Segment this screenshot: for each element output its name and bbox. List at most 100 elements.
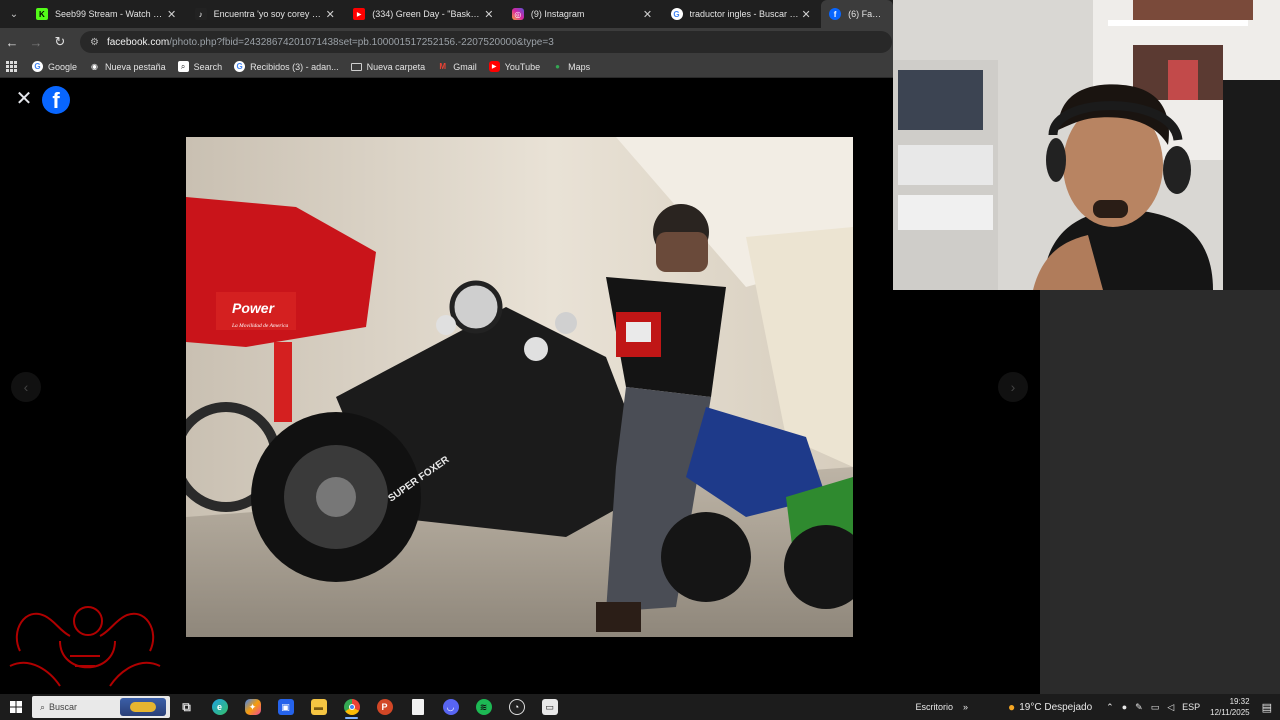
system-tray: Escritorio » ● 19°C Despejado ⌃ ● ✎ ▭ ◁ … <box>915 694 1280 720</box>
tab-title: traductor ingles - Buscar con G <box>689 9 800 19</box>
stream-background-panel <box>1040 290 1280 694</box>
url-host: facebook.com <box>106 36 170 48</box>
search-highlight-icon <box>120 698 166 716</box>
tiktok-icon: ♪ <box>194 8 207 20</box>
edge-icon[interactable]: e <box>203 694 236 720</box>
google-icon: G <box>670 8 683 20</box>
stream-muscle-logo <box>0 596 170 696</box>
previous-photo-button[interactable]: ‹ <box>11 372 41 402</box>
tab-google-search[interactable]: G traductor ingles - Buscar con G ✕ <box>663 0 822 28</box>
bookmark-youtube[interactable]: ▶ YouTube <box>488 61 541 72</box>
bookmark-nueva-pestana[interactable]: ◉ Nueva pestaña <box>89 61 166 72</box>
store-icon[interactable]: ▣ <box>269 694 302 720</box>
tab-youtube[interactable]: ▶ (334) Green Day - "Basket Case ✕ <box>345 0 504 28</box>
taskbar-search-box[interactable]: ⌕ Buscar <box>32 696 170 718</box>
tab-title: Encuentra 'yo soy corey taylor' <box>213 9 324 19</box>
search-icon: ⌕ <box>177 61 189 72</box>
bookmark-nueva-carpeta[interactable]: Nueva carpeta <box>350 61 426 72</box>
back-arrow-icon[interactable]: ← <box>0 28 24 56</box>
spotify-icon[interactable]: ≋ <box>467 694 500 720</box>
bookmark-google[interactable]: G Google <box>32 61 77 72</box>
obs-icon[interactable]: ◔ <box>500 694 533 720</box>
bookmark-recibidos[interactable]: G Recibidos (3) - adan... <box>234 61 339 72</box>
search-icon: ⌕ <box>40 701 46 712</box>
tab-search-chevron-icon[interactable]: ⌄ <box>0 0 28 28</box>
browser-toolbar: ← → ↻ ⚙ facebook.com/photo.php?fbid=2432… <box>0 28 893 56</box>
language-indicator[interactable]: ESP <box>1182 702 1200 712</box>
gmail-icon: M <box>439 62 447 71</box>
instagram-icon: ◎ <box>511 8 524 20</box>
bookmark-label: Gmail <box>453 61 477 72</box>
apps-grid-icon[interactable] <box>6 60 18 73</box>
chrome-icon: ◉ <box>91 62 99 71</box>
weather-icon[interactable]: ● <box>1008 700 1015 714</box>
close-tab-icon[interactable]: ✕ <box>641 8 655 21</box>
windows-taskbar: ⌕ Buscar ⧉ e ✦ ▣ ▬ P ◡ ≋ ◔ ▭ Escritorio … <box>0 694 1280 720</box>
clock-time: 19:32 <box>1229 697 1250 706</box>
pen-icon[interactable]: ✎ <box>1135 702 1143 713</box>
close-tab-icon[interactable]: ✕ <box>799 8 813 21</box>
bookmark-gmail[interactable]: M Gmail <box>437 61 477 72</box>
bookmark-label: Nueva carpeta <box>366 61 426 72</box>
volume-icon[interactable]: ◁ <box>1167 702 1174 713</box>
powerpoint-icon[interactable]: P <box>368 694 401 720</box>
screen: ⌄ K Seeb99 Stream - Watch Live on ✕ ♪ En… <box>0 0 1280 720</box>
chevron-up-icon[interactable]: ⌃ <box>1106 702 1114 713</box>
youtube-icon: ▶ <box>353 8 366 20</box>
google-icon: G <box>234 61 246 72</box>
clock[interactable]: 19:32 12/11/2025 <box>1210 696 1249 718</box>
facebook-photo: Power La Movilidad de America SUPER FOXE… <box>186 137 853 637</box>
reload-icon[interactable]: ↻ <box>48 28 72 56</box>
facebook-logo-icon[interactable]: f <box>42 86 70 114</box>
close-tab-icon[interactable]: ✕ <box>323 8 337 21</box>
forward-arrow-icon[interactable]: → <box>24 28 48 56</box>
bookmark-label: Maps <box>568 61 591 72</box>
chrome-icon[interactable] <box>335 694 368 720</box>
notifications-icon[interactable]: ▤ <box>1262 701 1272 714</box>
bookmark-label: YouTube <box>504 61 541 72</box>
next-photo-button[interactable]: › <box>998 372 1028 402</box>
bookmark-maps[interactable]: ● Maps <box>552 61 590 72</box>
tab-title: Seeb99 Stream - Watch Live on <box>54 9 165 19</box>
bookmark-label: Nueva pestaña <box>105 61 166 72</box>
maps-pin-icon: ● <box>555 62 561 71</box>
network-icon[interactable]: ▭ <box>1151 702 1160 713</box>
photo-brand-text: Power <box>232 300 276 316</box>
search-placeholder: Buscar <box>49 702 78 712</box>
kick-icon: K <box>35 8 48 20</box>
streamer-webcam-image <box>893 0 1280 290</box>
discord-icon[interactable]: ◡ <box>434 694 467 720</box>
tab-title: (6) Facebook <box>848 9 885 19</box>
document-icon[interactable] <box>401 694 434 720</box>
bookmarks-bar: G Google ◉ Nueva pestaña ⌕ Search G Recibido… <box>0 56 893 78</box>
close-icon[interactable]: ✕ <box>14 89 34 109</box>
app-window-icon[interactable]: ▭ <box>533 694 566 720</box>
tab-facebook[interactable]: f (6) Facebook <box>821 0 893 28</box>
google-icon: G <box>32 61 43 72</box>
tab-kick[interactable]: K Seeb99 Stream - Watch Live on ✕ <box>28 0 187 28</box>
photo-tagline-text: La Movilidad de America <box>231 323 289 329</box>
windows-start-icon[interactable] <box>0 694 32 720</box>
file-explorer-icon[interactable]: ▬ <box>302 694 335 720</box>
tab-bar: ⌄ K Seeb99 Stream - Watch Live on ✕ ♪ En… <box>0 0 893 28</box>
copilot-icon[interactable]: ✦ <box>236 694 269 720</box>
desktop-toolbar-label[interactable]: Escritorio <box>915 702 953 712</box>
chevron-right-icon[interactable]: » <box>963 702 968 712</box>
close-tab-icon[interactable]: ✕ <box>482 8 496 21</box>
tab-instagram[interactable]: ◎ (9) Instagram ✕ <box>504 0 663 28</box>
weather-text[interactable]: 19°C Despejado <box>1019 702 1092 713</box>
close-tab-icon[interactable]: ✕ <box>165 8 179 21</box>
url-path: /photo.php?fbid=24328674201071438set=pb.… <box>169 36 554 48</box>
tab-title: (9) Instagram <box>530 9 585 19</box>
motorcycle-photo-image: Power La Movilidad de America SUPER FOXE… <box>186 137 853 637</box>
tab-tiktok[interactable]: ♪ Encuentra 'yo soy corey taylor' ✕ <box>187 0 346 28</box>
address-bar[interactable]: ⚙ facebook.com/photo.php?fbid=2432867420… <box>80 31 892 53</box>
folder-icon <box>350 62 362 71</box>
bookmark-label: Search <box>193 61 223 72</box>
clock-date: 12/11/2025 <box>1210 708 1250 717</box>
task-view-icon[interactable]: ⧉ <box>170 694 203 720</box>
site-info-icon[interactable]: ⚙ <box>90 37 99 48</box>
microphone-icon[interactable]: ● <box>1122 702 1127 712</box>
facebook-icon: f <box>829 8 842 20</box>
bookmark-search[interactable]: ⌕ Search <box>177 61 223 72</box>
